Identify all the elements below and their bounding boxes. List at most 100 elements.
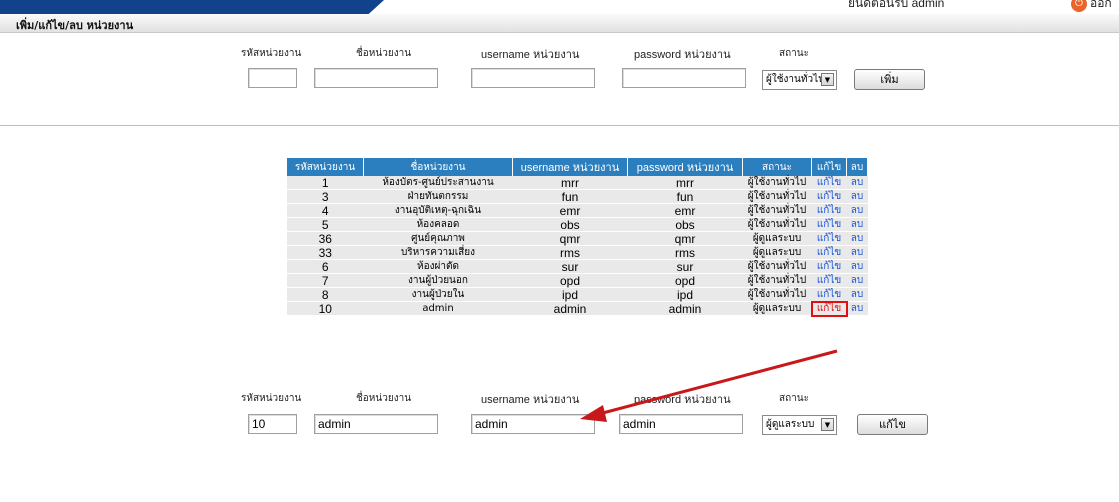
table-row: 4 งานอุบัติเหตุ-ฉุกเฉิน emr emr ผู้ใช้งา… (287, 203, 868, 218)
banner-blue-bar (0, 0, 384, 14)
cell-password: mrr (627, 176, 743, 190)
cell-password: qmr (627, 231, 743, 246)
cell-status: ผู้ดูแลระบบ (742, 301, 812, 316)
table-row: 7 งานผู้ป่วยนอก opd opd ผู้ใช้งานทั่วไป … (287, 273, 868, 288)
delete-link[interactable]: ลบ (846, 273, 868, 288)
cell-password: rms (627, 245, 743, 260)
label-password: password หน่วยงาน (634, 394, 731, 406)
add-username-input[interactable] (471, 68, 595, 88)
cell-username: fun (512, 189, 628, 204)
section-header: เพิ่ม/แก้ไข/ลบ หน่วยงาน (0, 14, 1119, 33)
edit-link[interactable]: แก้ไข (811, 203, 847, 218)
cell-name: บริหารความเสี่ยง (363, 245, 513, 260)
cell-status: ผู้ดูแลระบบ (742, 245, 812, 260)
edit-link-highlighted[interactable]: แก้ไข (810, 300, 848, 317)
edit-username-input[interactable]: admin (471, 414, 595, 434)
table-row: 5 ห้องคลอด obs obs ผู้ใช้งานทั่วไป แก้ไข… (287, 217, 868, 232)
table-row: 3 ฝ่ายทันตกรรม fun fun ผู้ใช้งานทั่วไป แ… (287, 189, 868, 204)
edit-button[interactable]: แก้ไข (857, 414, 928, 435)
delete-link[interactable]: ลบ (846, 231, 868, 246)
cell-status: ผู้ใช้งานทั่วไป (742, 203, 812, 218)
delete-link[interactable]: ลบ (846, 203, 868, 218)
cell-code: 5 (287, 217, 364, 232)
add-button[interactable]: เพิ่ม (854, 69, 925, 90)
table-row: 8 งานผู้ป่วยใน ipd ipd ผู้ใช้งานทั่วไป แ… (287, 287, 868, 302)
chevron-down-icon[interactable]: ▼ (821, 418, 834, 431)
cell-password: sur (627, 259, 743, 274)
logout-link[interactable]: ออก (1090, 0, 1112, 13)
add-password-input[interactable] (622, 68, 746, 88)
cell-code: 6 (287, 259, 364, 274)
edit-password-input[interactable]: admin (619, 414, 743, 434)
delete-link[interactable]: ลบ (846, 189, 868, 204)
cell-password: obs (627, 217, 743, 232)
edit-link[interactable]: แก้ไข (811, 231, 847, 246)
cell-code: 36 (287, 231, 364, 246)
cell-code: 8 (287, 287, 364, 302)
label-code: รหัสหน่วยงาน (241, 393, 302, 404)
edit-link[interactable]: แก้ไข (811, 217, 847, 232)
col-header-name: ชื่อหน่วยงาน (363, 158, 513, 176)
cell-password: admin (627, 301, 743, 316)
cell-code: 3 (287, 189, 364, 204)
cell-password: fun (627, 189, 743, 204)
cell-status: ผู้ดูแลระบบ (742, 231, 812, 246)
delete-link[interactable]: ลบ (846, 217, 868, 232)
cell-status: ผู้ใช้งานทั่วไป (742, 176, 812, 190)
cell-username: obs (512, 217, 628, 232)
delete-link[interactable]: ลบ (846, 245, 868, 260)
cell-name: ห้องผ่าตัด (363, 259, 513, 274)
edit-link[interactable]: แก้ไข (811, 259, 847, 274)
cell-code: 33 (287, 245, 364, 260)
delete-link[interactable]: ลบ (846, 301, 868, 316)
edit-code-input[interactable]: 10 (248, 414, 297, 434)
cell-name: งานผู้ป่วยนอก (363, 273, 513, 288)
cell-name: ฝ่ายทันตกรรม (363, 189, 513, 204)
cell-code: 1 (287, 176, 364, 190)
edit-link[interactable]: แก้ไข (811, 189, 847, 204)
edit-link[interactable]: แก้ไข (811, 176, 847, 190)
cell-name: ศูนย์คุณภาพ (363, 231, 513, 246)
add-name-input[interactable] (314, 68, 438, 88)
delete-link[interactable]: ลบ (846, 176, 868, 190)
welcome-text: ยินดีต้อนรับ admin (848, 0, 945, 10)
cell-username: admin (512, 301, 628, 316)
cell-status: ผู้ใช้งานทั่วไป (742, 259, 812, 274)
delete-link[interactable]: ลบ (846, 259, 868, 274)
label-username: username หน่วยงาน (481, 394, 580, 406)
edit-link[interactable]: แก้ไข (811, 287, 847, 302)
label-username: username หน่วยงาน (481, 49, 580, 61)
label-name: ชื่อหน่วยงาน (356, 48, 412, 59)
page-title: เพิ่ม/แก้ไข/ลบ หน่วยงาน (16, 19, 134, 32)
col-header-status: สถานะ (742, 158, 812, 176)
col-header-password: password หน่วยงาน (627, 158, 743, 176)
label-status: สถานะ (779, 48, 809, 59)
divider (0, 125, 1119, 126)
cell-username: opd (512, 273, 628, 288)
add-status-select[interactable]: ผู้ใช้งานทั่วไป ▼ (762, 70, 837, 90)
chevron-down-icon[interactable]: ▼ (821, 73, 834, 86)
cell-password: ipd (627, 287, 743, 302)
label-password: password หน่วยงาน (634, 49, 731, 61)
add-code-input[interactable] (248, 68, 297, 88)
col-header-edit: แก้ไข (811, 158, 847, 176)
cell-code: 10 (287, 301, 364, 316)
top-banner: ยินดีต้อนรับ admin ⏻ ออก (0, 0, 1119, 14)
logout-icon[interactable]: ⏻ (1071, 0, 1087, 12)
edit-status-select[interactable]: ผู้ดูแลระบบ ▼ (762, 415, 837, 435)
cell-username: ipd (512, 287, 628, 302)
edit-name-input[interactable]: admin (314, 414, 438, 434)
table-row: 36 ศูนย์คุณภาพ qmr qmr ผู้ดูแลระบบ แก้ไข… (287, 231, 868, 246)
edit-link[interactable]: แก้ไข (811, 273, 847, 288)
cell-username: mrr (512, 176, 628, 190)
cell-name: admin (363, 301, 513, 316)
table-header-row: รหัสหน่วยงาน ชื่อหน่วยงาน username หน่วย… (287, 158, 868, 176)
cell-name: งานอุบัติเหตุ-ฉุกเฉิน (363, 203, 513, 218)
cell-username: rms (512, 245, 628, 260)
edit-link[interactable]: แก้ไข (811, 245, 847, 260)
delete-link[interactable]: ลบ (846, 287, 868, 302)
table-row: 1 ห้องบัตร-ศูนย์ประสานงาน mrr mrr ผู้ใช้… (287, 176, 868, 190)
col-header-delete: ลบ (846, 158, 868, 176)
add-status-value: ผู้ใช้งานทั่วไป (766, 74, 825, 85)
col-header-username: username หน่วยงาน (512, 158, 628, 176)
